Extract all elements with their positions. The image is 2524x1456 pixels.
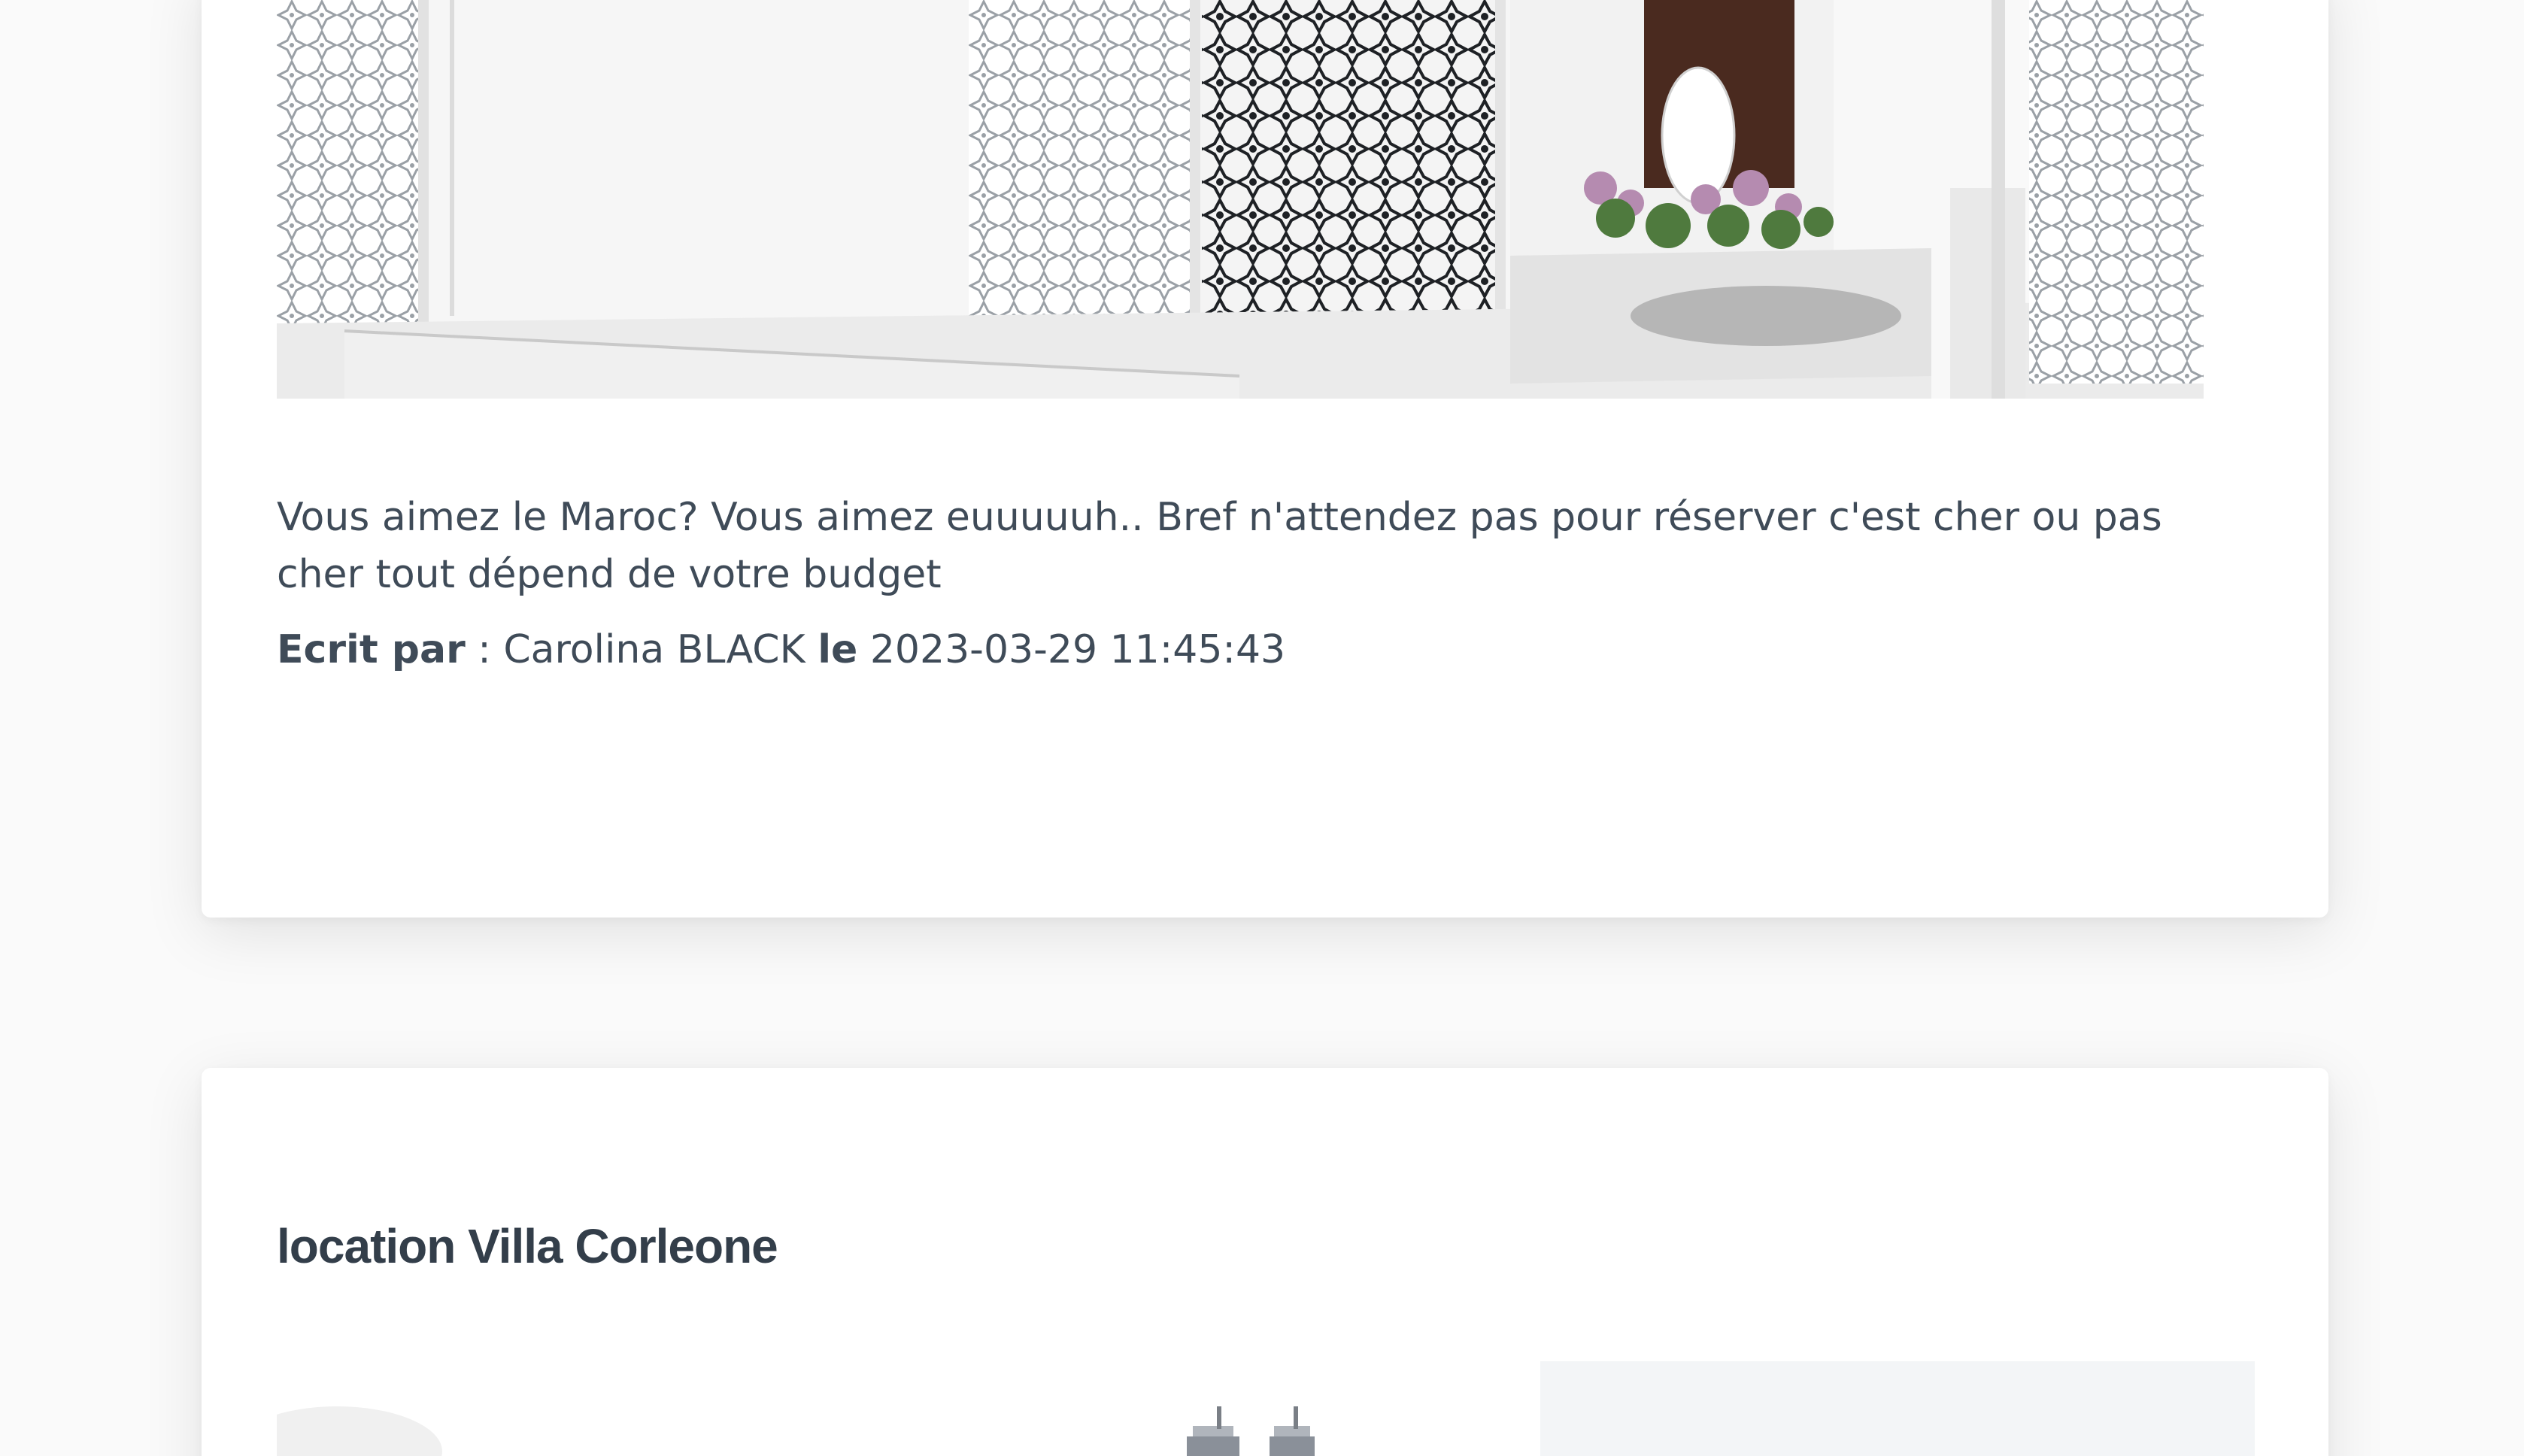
post-title[interactable]: location Villa Corleone (277, 1218, 778, 1274)
post-card: location Villa Corleone (202, 1068, 2328, 1456)
date-label: le (818, 627, 858, 672)
post-body: Vous aimez le Maroc? Vous aimez euuuuuh.… (277, 495, 2162, 597)
blog-page: Vous aimez le Maroc? Vous aimez euuuuuh.… (0, 0, 2524, 1456)
post-image (277, 1361, 2255, 1456)
post-date: 2023-03-29 11:45:43 (869, 627, 1286, 672)
author-label: Ecrit par (277, 627, 466, 672)
post-meta: Ecrit par : Carolina BLACK le 2023-03-29… (277, 621, 1285, 678)
author-name: Carolina BLACK (503, 627, 805, 672)
post-card: Vous aimez le Maroc? Vous aimez euuuuuh.… (202, 0, 2328, 918)
author-separator: : (465, 627, 504, 672)
post-image (277, 0, 2204, 399)
